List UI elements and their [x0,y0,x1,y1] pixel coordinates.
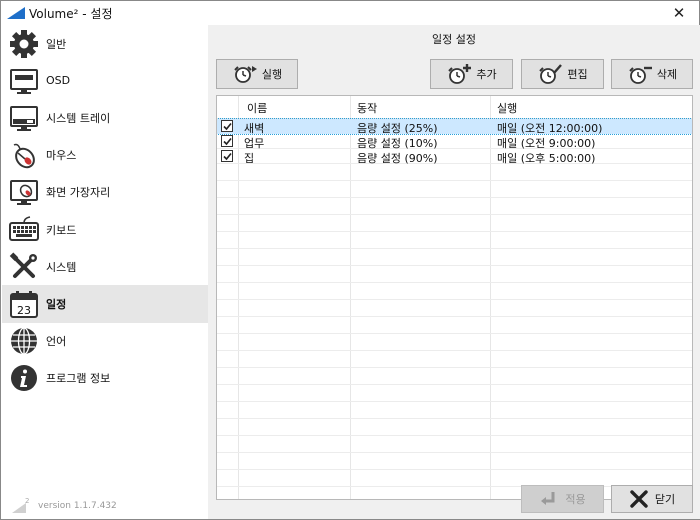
close-icon [630,490,648,508]
tools-icon [9,252,37,278]
column-header-name[interactable]: 이름 [247,100,267,116]
sidebar-item-keyboard[interactable]: 키보드 [2,211,208,248]
sidebar-item-general[interactable]: 일반 [2,25,208,62]
checkmark-icon [223,137,232,146]
schedule-panel: 일정 설정 실행 추가 편집 삭제 이름 동작 실행 새벽 음량 설정 (25%… [208,25,700,519]
sidebar-item-label: 키보드 [46,223,77,237]
alarm-run-icon [234,66,257,83]
sidebar-item-label: 일반 [46,37,67,51]
sidebar-item-label: 프로그램 정보 [46,372,111,386]
settings-window: Volume² - 설정 ✕ 일반 OSD 시스템 트레이 마우스 화면 가장자… [0,0,700,520]
sidebar-item-label: OSD [46,74,71,88]
globe-icon [11,327,37,355]
info-icon [11,365,37,392]
version-info: 2 version 1.1.7.432 [12,497,117,513]
version-badge: 2 [25,497,29,505]
sidebar-item-osd[interactable]: OSD [2,62,208,99]
close-button-label: 닫기 [654,493,676,506]
add-button[interactable]: 추가 [430,59,513,89]
sidebar-item-label: 언어 [46,335,67,349]
close-button[interactable]: 닫기 [611,485,693,513]
screen-edge-icon [10,180,38,206]
sidebar-item-label: 마우스 [46,149,77,163]
list-item[interactable]: 새벽 음량 설정 (25%) 매일 (오전 12:00:00) [217,118,692,135]
apply-button-label: 적용 [565,493,586,506]
row-checkbox[interactable] [221,150,233,162]
row-checkbox[interactable] [221,120,233,132]
row-checkbox[interactable] [221,135,233,147]
title-bar: Volume² - 설정 ✕ [1,1,699,25]
row-run: 매일 (오후 5:00:00) [497,152,596,165]
monitor-icon [10,68,38,94]
alarm-add-icon [448,64,472,84]
mouse-icon [13,143,35,169]
sidebar-item-label: 시스템 [46,260,77,274]
sidebar-item-screen-edge[interactable]: 화면 가장자리 [2,174,208,211]
apply-icon [541,492,555,505]
sidebar-item-label: 화면 가장자리 [46,186,111,200]
delete-button-label: 삭제 [656,68,678,81]
calendar-day-text: 23 [17,304,31,317]
keyboard-icon [9,215,39,241]
apply-button[interactable]: 적용 [521,485,604,513]
column-header-run[interactable]: 실행 [497,100,517,116]
page-title: 일정 설정 [432,33,476,46]
app-logo-icon: 2 [12,497,29,513]
sidebar-item-system[interactable]: 시스템 [2,248,208,285]
row-action: 음량 설정 (90%) [357,152,438,165]
run-button-label: 실행 [261,68,283,81]
checkmark-icon [223,122,232,131]
list-item[interactable]: 집 음량 설정 (90%) 매일 (오후 5:00:00) [217,149,692,165]
list-header: 이름 동작 실행 [217,96,692,119]
alarm-delete-icon [629,66,652,84]
sidebar-item-label: 시스템 트레이 [46,111,111,125]
sidebar-item-label: 일정 [46,297,67,311]
checkmark-icon [223,152,232,161]
sidebar-item-schedule[interactable]: 23 일정 [2,285,208,323]
app-logo-icon [7,7,25,19]
schedule-list[interactable]: 이름 동작 실행 새벽 음량 설정 (25%) 매일 (오전 12:00:00)… [216,95,693,500]
sidebar-item-about[interactable]: 프로그램 정보 [2,360,208,397]
row-name: 집 [244,152,255,165]
list-item[interactable]: 업무 음량 설정 (10%) 매일 (오전 9:00:00) [217,134,692,150]
add-button-label: 추가 [476,68,497,81]
window-title: Volume² - 설정 [29,6,113,21]
alarm-edit-icon [539,64,563,84]
version-label: version 1.1.7.432 [38,501,117,511]
edit-button[interactable]: 편집 [521,59,604,89]
sidebar-item-system-tray[interactable]: 시스템 트레이 [2,99,208,136]
gear-icon [10,29,38,58]
tray-icon [10,105,38,131]
delete-button[interactable]: 삭제 [611,59,693,89]
close-icon[interactable]: ✕ [659,1,699,25]
sidebar-item-language[interactable]: 언어 [2,323,208,360]
sidebar-item-mouse[interactable]: 마우스 [2,137,208,174]
sidebar: 일반 OSD 시스템 트레이 마우스 화면 가장자리 키보드 시스템 23 일정… [2,25,208,519]
run-button[interactable]: 실행 [216,59,298,89]
edit-button-label: 편집 [567,68,588,81]
column-header-action[interactable]: 동작 [357,100,377,116]
calendar-icon: 23 [10,290,38,318]
